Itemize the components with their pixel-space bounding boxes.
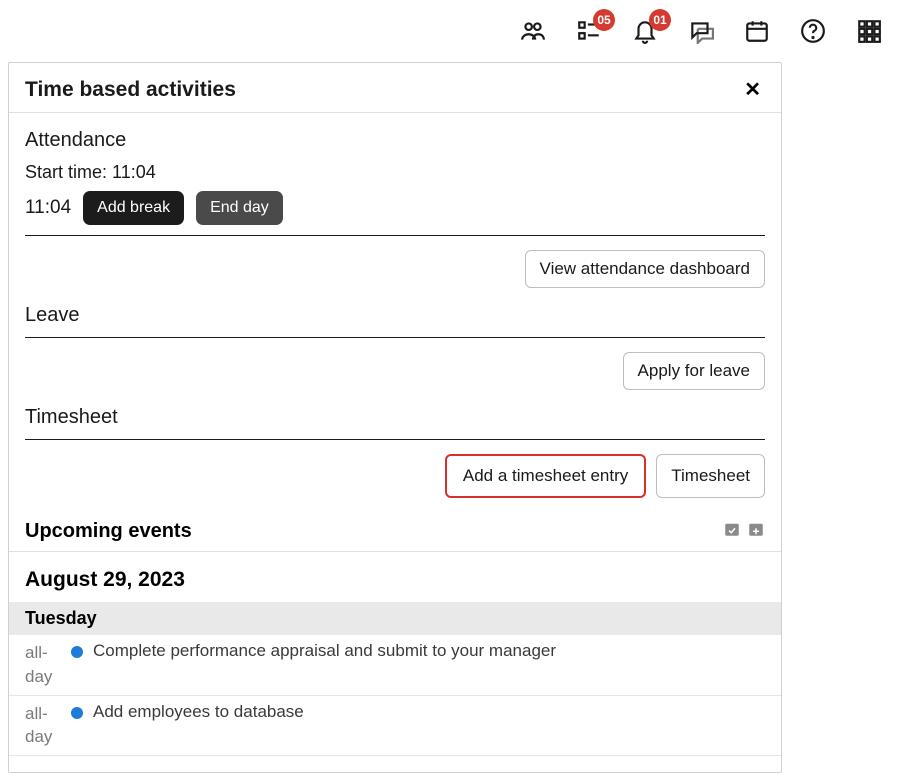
- tasks-icon[interactable]: 05: [575, 17, 603, 45]
- tasks-badge: 05: [593, 9, 615, 31]
- event-dot-icon: [71, 646, 83, 658]
- start-time-line: Start time: 11:04: [25, 162, 765, 183]
- close-button[interactable]: ✕: [740, 77, 765, 102]
- leave-section: Leave: [9, 304, 781, 327]
- apps-grid-icon[interactable]: [855, 17, 883, 45]
- attendance-section: Attendance Start time: 11:04 11:04 Add b…: [9, 129, 781, 225]
- events-heading: Upcoming events: [25, 520, 192, 543]
- current-time: 11:04: [25, 197, 71, 219]
- bell-icon[interactable]: 01: [631, 17, 659, 45]
- events-day: Tuesday: [9, 602, 781, 635]
- end-day-button[interactable]: End day: [196, 191, 283, 225]
- start-time-label: Start time:: [25, 162, 107, 182]
- panel-header: Time based activities ✕: [9, 63, 781, 113]
- event-dot-icon: [71, 707, 83, 719]
- add-break-button[interactable]: Add break: [83, 191, 184, 225]
- calendar-check-icon[interactable]: [723, 520, 741, 543]
- help-icon[interactable]: [799, 17, 827, 45]
- event-row[interactable]: all-day Complete performance appraisal a…: [9, 635, 781, 696]
- people-icon[interactable]: [519, 17, 547, 45]
- event-title: Complete performance appraisal and submi…: [93, 641, 556, 661]
- event-title: Add employees to database: [93, 702, 304, 722]
- panel-title: Time based activities: [25, 78, 236, 102]
- events-date: August 29, 2023: [9, 552, 781, 602]
- calendar-icon[interactable]: [743, 17, 771, 45]
- timesheet-heading: Timesheet: [25, 406, 765, 429]
- event-row[interactable]: all-day Add employees to database: [9, 696, 781, 757]
- start-time-value: 11:04: [112, 162, 156, 182]
- leave-heading: Leave: [25, 304, 765, 327]
- timesheet-section: Timesheet: [9, 406, 781, 429]
- calendar-add-icon[interactable]: [747, 520, 765, 543]
- attendance-heading: Attendance: [25, 129, 765, 152]
- time-activities-panel: Time based activities ✕ Attendance Start…: [8, 62, 782, 773]
- add-timesheet-entry-button[interactable]: Add a timesheet entry: [445, 454, 646, 498]
- topbar: 05 01: [0, 0, 907, 62]
- chat-icon[interactable]: [687, 17, 715, 45]
- notifications-badge: 01: [649, 9, 671, 31]
- timesheet-button[interactable]: Timesheet: [656, 454, 765, 498]
- event-time: all-day: [25, 641, 61, 689]
- events-header: Upcoming events: [9, 498, 781, 552]
- apply-for-leave-button[interactable]: Apply for leave: [623, 352, 765, 390]
- view-attendance-dashboard-button[interactable]: View attendance dashboard: [525, 250, 765, 288]
